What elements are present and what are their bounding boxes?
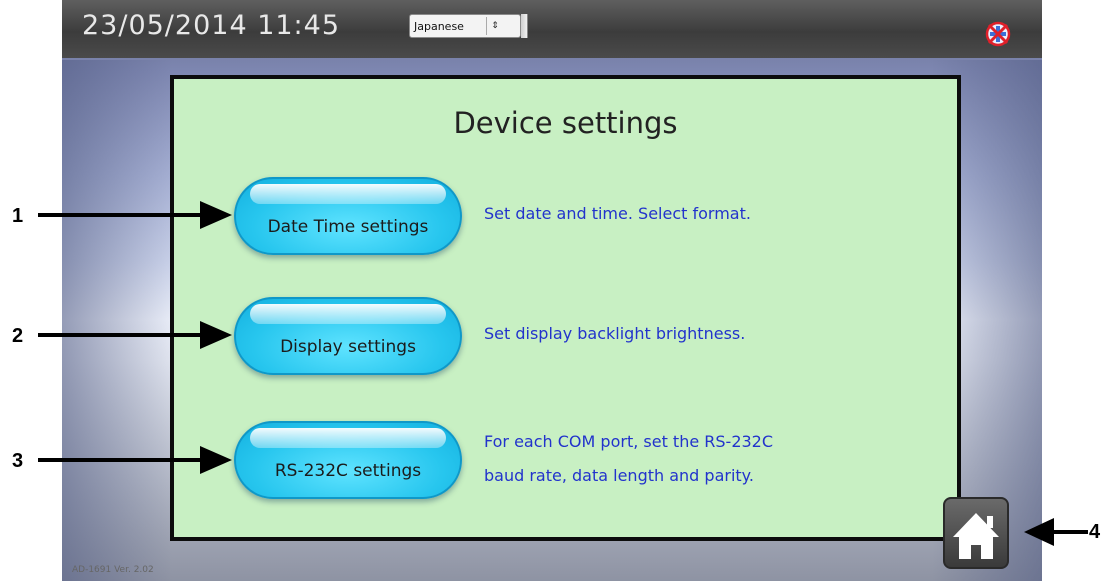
- rs232c-settings-button[interactable]: RS-232C settings: [234, 421, 462, 499]
- language-select[interactable]: Japanese ⇕: [409, 14, 521, 38]
- callout-number-1: 1: [12, 205, 24, 227]
- home-button[interactable]: [943, 497, 1009, 569]
- page-title: Device settings: [453, 106, 678, 140]
- language-select-value: Japanese: [414, 19, 464, 33]
- display-settings-label: Display settings: [280, 337, 416, 357]
- callout-arrow-4: [1024, 518, 1088, 546]
- rs232c-settings-label: RS-232C settings: [274, 461, 422, 481]
- rs232c-description: For each COM port, set the RS-232C baud …: [484, 425, 773, 493]
- version-label: AD-1691 Ver. 2.02: [72, 565, 154, 575]
- callout-number-2: 2: [12, 325, 24, 347]
- callout-arrow-1: [38, 201, 232, 229]
- language-select-edge: [521, 14, 528, 38]
- callout-arrow-3: [38, 446, 232, 474]
- datetime-display: 23/05/2014 11:45: [82, 10, 341, 41]
- display-description: Set display backlight brightness.: [484, 317, 745, 351]
- date-time-settings-button[interactable]: Date Time settings: [234, 177, 462, 255]
- select-arrows-icon: ⇕: [486, 17, 503, 35]
- device-screen: 23/05/2014 11:45 Japanese ⇕ Device setti…: [62, 0, 1042, 581]
- callout-number-3: 3: [12, 450, 24, 472]
- display-description-line: Set display backlight brightness.: [484, 324, 746, 343]
- home-icon: [953, 513, 999, 559]
- callout-arrow-2: [38, 321, 232, 349]
- rs232c-description-line-2: baud rate, data length and parity.: [484, 466, 754, 485]
- rs232c-description-line-1: For each COM port, set the RS-232C: [484, 432, 774, 451]
- date-time-settings-label: Date Time settings: [267, 217, 429, 237]
- callout-number-4: 4: [1089, 521, 1101, 543]
- date-time-description-line: Set date and time. Select format.: [484, 204, 751, 223]
- display-settings-button[interactable]: Display settings: [234, 297, 462, 375]
- status-bar: 23/05/2014 11:45 Japanese ⇕: [62, 0, 1042, 58]
- network-disconnected-icon[interactable]: [984, 20, 1012, 48]
- date-time-description: Set date and time. Select format.: [484, 197, 751, 231]
- settings-panel: Device settings Date Time settings Set d…: [170, 75, 961, 541]
